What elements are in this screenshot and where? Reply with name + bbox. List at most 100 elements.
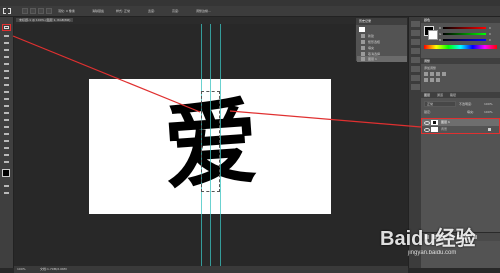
tab-channels[interactable]: 通道 xyxy=(437,93,443,97)
crop-tool-icon[interactable] xyxy=(2,54,11,59)
path-select-tool-icon[interactable] xyxy=(2,138,11,143)
feather-label: 羽化: 0 像素 xyxy=(58,9,75,13)
selection-mode-subtract[interactable] xyxy=(38,8,44,14)
history-item-selected[interactable]: 图层 1 xyxy=(357,56,407,62)
eye-icon[interactable] xyxy=(424,121,430,125)
opacity-label: 不透明度: xyxy=(459,102,473,106)
fill-label: 填充: xyxy=(467,110,475,114)
history-step-icon xyxy=(361,34,365,38)
guide-line[interactable] xyxy=(220,24,221,268)
g-channel-value[interactable]: 0 xyxy=(489,32,491,36)
eye-icon[interactable] xyxy=(424,128,430,132)
blend-mode-select[interactable]: 正常 xyxy=(424,101,456,107)
document-tab-bar: 未标题-1 @ 100% (图层 1, RGB/8#) xyxy=(14,17,406,24)
g-channel-label: G xyxy=(439,32,442,36)
levels-icon[interactable] xyxy=(430,72,434,76)
selection-mode-new[interactable] xyxy=(22,8,28,14)
eraser-tool-icon[interactable] xyxy=(2,96,11,101)
shape-tool-icon[interactable] xyxy=(2,145,11,150)
status-zoom[interactable]: 100% xyxy=(17,267,26,271)
antialias-checkbox[interactable]: 消除锯齿 xyxy=(92,9,104,13)
layer-name[interactable]: 背景 xyxy=(441,127,447,131)
adjust-panel-title: 调整 xyxy=(424,59,431,63)
actions-panel-icon[interactable] xyxy=(411,39,420,45)
eyedropper-tool-icon[interactable] xyxy=(2,61,11,66)
marquee-tool-preset-icon[interactable] xyxy=(3,8,11,14)
adjust-icons-row xyxy=(424,72,484,84)
clone-stamp-tool-icon[interactable] xyxy=(2,82,11,87)
move-tool-icon[interactable] xyxy=(2,33,11,38)
history-item-label: 填充 xyxy=(368,46,375,50)
adjust-panel-header: 调整 xyxy=(421,58,500,64)
layer-thumbnail xyxy=(431,127,438,132)
status-bar: 100% 文档:1.79M/2.06M xyxy=(14,266,408,273)
tab-layers[interactable]: 图层 xyxy=(424,93,430,97)
healing-brush-tool-icon[interactable] xyxy=(2,68,11,73)
layers-panel-header: 图层 通道 路径 xyxy=(421,92,500,98)
hue-saturation-icon[interactable] xyxy=(424,78,428,82)
selection-mode-add[interactable] xyxy=(30,8,36,14)
properties-panel-icon[interactable] xyxy=(411,30,420,36)
layer-row-selected[interactable]: 图层 1 xyxy=(422,119,499,126)
options-bar: 羽化: 0 像素 消除锯齿 样式: 正常 宽度: 高度: 调整边缘... xyxy=(0,6,500,17)
color-balance-icon[interactable] xyxy=(430,78,434,82)
color-spectrum-bar[interactable] xyxy=(424,45,497,49)
brightness-icon[interactable] xyxy=(424,72,428,76)
history-step-icon xyxy=(361,40,365,44)
r-channel-value[interactable]: 0 xyxy=(489,26,491,30)
gradient-tool-icon[interactable] xyxy=(2,103,11,108)
background-color-chip[interactable] xyxy=(428,30,438,40)
watermark-sub: jingyan.baidu.com xyxy=(408,250,457,256)
watermark: Baidu经验 jingyan.baidu.com xyxy=(380,228,490,258)
lasso-tool-icon[interactable] xyxy=(2,40,11,45)
exposure-icon[interactable] xyxy=(442,72,446,76)
screen-mode-icon[interactable] xyxy=(2,190,11,195)
dodge-tool-icon[interactable] xyxy=(2,117,11,122)
brush-tool-icon[interactable] xyxy=(2,75,11,80)
history-panel-icon[interactable] xyxy=(411,21,420,27)
g-channel-slider[interactable] xyxy=(443,33,486,35)
zoom-tool-icon[interactable] xyxy=(2,159,11,164)
b-channel-value[interactable]: 0 xyxy=(489,38,491,42)
character-panel-icon[interactable] xyxy=(411,48,420,54)
r-channel-slider[interactable] xyxy=(443,27,486,29)
layer-name[interactable]: 图层 1 xyxy=(441,120,450,124)
width-label: 宽度: xyxy=(148,9,156,13)
pen-tool-icon[interactable] xyxy=(2,124,11,129)
history-item-label: 新建 xyxy=(368,34,375,38)
b-channel-slider[interactable] xyxy=(443,39,486,41)
rect-marquee-tool[interactable] xyxy=(2,24,11,31)
marquee-selection xyxy=(201,91,220,192)
selection-mode-intersect[interactable] xyxy=(46,8,52,14)
clone-source-icon[interactable] xyxy=(411,75,420,81)
paragraph-panel-icon[interactable] xyxy=(411,57,420,63)
history-step-icon xyxy=(361,57,365,61)
history-item-label: 图层 1 xyxy=(368,57,377,61)
history-panel-header: 历史记录 xyxy=(356,18,407,25)
history-panel: 历史记录 新建 矩形选框 填充 取消选择 图层 1 xyxy=(355,17,408,62)
navigator-panel-icon[interactable] xyxy=(411,84,420,90)
lock-label: 锁定: xyxy=(424,110,432,114)
brush-panel-icon[interactable] xyxy=(411,66,420,72)
tab-paths[interactable]: 路径 xyxy=(450,93,456,97)
refine-edge-button[interactable]: 调整边缘... xyxy=(196,9,211,13)
fill-value[interactable]: 100% xyxy=(484,110,493,114)
type-tool-icon[interactable] xyxy=(2,131,11,136)
curves-icon[interactable] xyxy=(436,72,440,76)
quick-select-tool-icon[interactable] xyxy=(2,47,11,52)
adjust-panel-subtitle: 添加调整 xyxy=(424,66,437,70)
layer-row[interactable]: 背景 xyxy=(422,126,499,133)
style-select[interactable]: 样式: 正常 xyxy=(116,9,130,13)
foreground-color-swatch[interactable] xyxy=(2,169,10,177)
history-snapshot-thumb[interactable] xyxy=(359,27,365,32)
history-brush-tool-icon[interactable] xyxy=(2,89,11,94)
height-label: 高度: xyxy=(172,9,180,13)
history-panel-title: 历史记录 xyxy=(359,19,372,23)
quick-mask-icon[interactable] xyxy=(2,183,11,188)
opacity-value[interactable]: 100% xyxy=(484,102,493,106)
blur-tool-icon[interactable] xyxy=(2,110,11,115)
hand-tool-icon[interactable] xyxy=(2,152,11,157)
document-tab[interactable]: 未标题-1 @ 100% (图层 1, RGB/8#) xyxy=(16,18,74,22)
layer-thumbnail xyxy=(431,120,438,125)
black-white-icon[interactable] xyxy=(436,78,440,82)
